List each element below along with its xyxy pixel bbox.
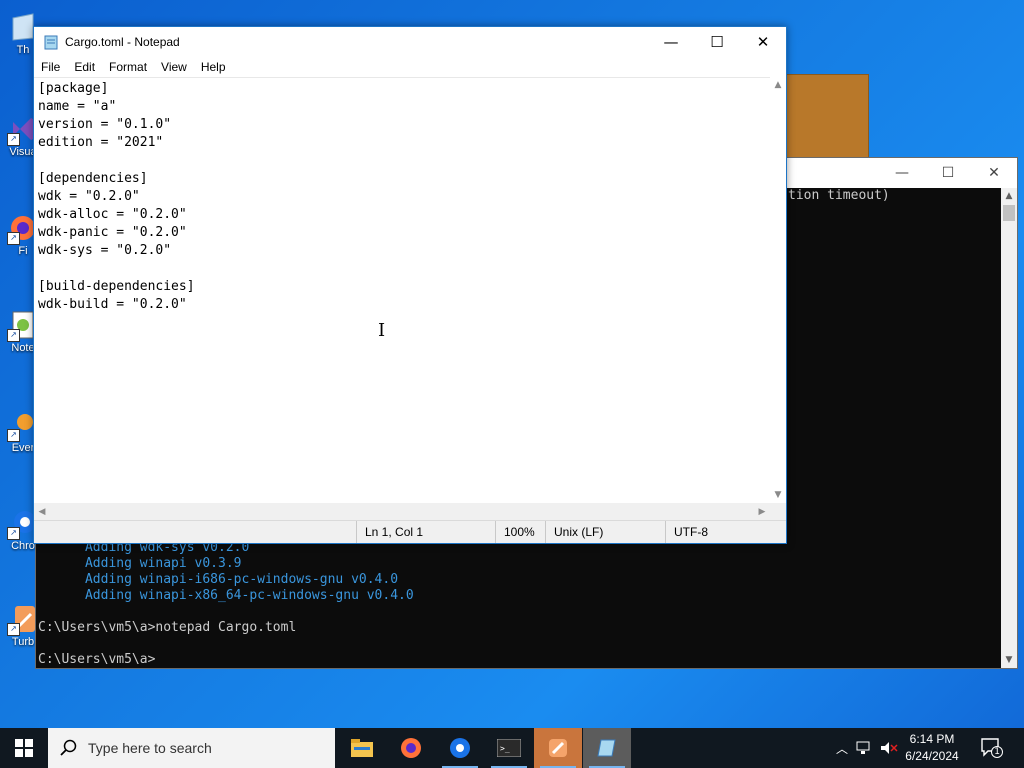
scroll-up-arrow-icon[interactable]: ▲	[770, 77, 786, 93]
terminal-line: Adding winapi-i686-pc-windows-gnu v0.4.0	[38, 572, 399, 587]
taskbar-terminal[interactable]: >_	[485, 728, 533, 768]
menu-view[interactable]: View	[154, 60, 194, 74]
scrollbar-thumb[interactable]	[1003, 205, 1015, 221]
terminal-partial-line: tion timeout)	[788, 188, 890, 203]
menu-edit[interactable]: Edit	[67, 60, 102, 74]
terminal-icon: >_	[497, 739, 521, 757]
status-bar: Ln 1, Col 1 100% Unix (LF) UTF-8	[34, 520, 786, 543]
terminal-prompt: C:\Users\vm5\a>	[38, 652, 156, 667]
svg-text:>_: >_	[500, 744, 510, 753]
shortcut-arrow-icon: ↗	[7, 133, 20, 146]
shortcut-arrow-icon: ↗	[7, 329, 20, 342]
desktop-icon-turbo[interactable]: ↗ Turb	[7, 604, 38, 648]
terminal-line: C:\Users\vm5\a>notepad Cargo.toml	[38, 620, 297, 635]
scroll-down-arrow-icon[interactable]: ▼	[770, 487, 786, 503]
menu-help[interactable]: Help	[194, 60, 233, 74]
terminal-close-button[interactable]: ✕	[971, 158, 1017, 188]
window-title: Cargo.toml - Notepad	[65, 35, 180, 49]
minimize-button[interactable]: —	[648, 27, 694, 57]
terminal-line: Adding winapi-x86_64-pc-windows-gnu v0.4…	[38, 588, 414, 603]
desktop-icon-label: Turb	[11, 636, 35, 648]
maximize-button[interactable]: ☐	[694, 27, 740, 57]
taskbar-firefox[interactable]	[387, 728, 435, 768]
notification-count-badge: 1	[994, 747, 1000, 757]
notification-center-button[interactable]: 1	[974, 728, 1010, 768]
turbo-icon	[549, 739, 567, 757]
status-zoom: 100%	[495, 521, 544, 543]
text-cursor-icon: I	[378, 320, 386, 341]
taskbar-file-explorer[interactable]	[338, 728, 386, 768]
search-icon	[60, 739, 77, 756]
scroll-left-arrow-icon[interactable]: ◀	[34, 503, 50, 521]
notepad-titlebar[interactable]: Cargo.toml - Notepad — ☐ ✕	[34, 27, 786, 57]
shortcut-arrow-icon: ↗	[7, 527, 20, 540]
status-position: Ln 1, Col 1	[356, 521, 495, 543]
menu-format[interactable]: Format	[102, 60, 154, 74]
taskbar-notepad[interactable]	[583, 728, 631, 768]
windows-logo-icon	[15, 739, 33, 757]
search-placeholder: Type here to search	[88, 740, 212, 756]
shortcut-arrow-icon: ↗	[7, 623, 20, 636]
taskbar-clock[interactable]: 6:14 PM 6/24/2024	[896, 731, 968, 765]
shortcut-arrow-icon: ↗	[7, 429, 20, 442]
menu-bar: File Edit Format View Help	[34, 57, 786, 77]
scroll-up-arrow-icon[interactable]: ▲	[1001, 188, 1017, 204]
notepad-window[interactable]: Cargo.toml - Notepad — ☐ ✕ File Edit For…	[33, 26, 787, 544]
vertical-scrollbar[interactable]: ▲ ▼	[770, 77, 786, 503]
menu-file[interactable]: File	[34, 60, 67, 74]
terminal-maximize-button[interactable]: ☐	[925, 158, 971, 188]
taskbar: Type here to search >_ ︿ 6:14 PM 6/24/20…	[0, 728, 1024, 768]
text-editor[interactable]: [package] name = "a" version = "0.1.0" e…	[34, 77, 770, 503]
notepad-icon	[597, 739, 616, 757]
terminal-line: Adding winapi v0.3.9	[38, 556, 242, 571]
scrollbar-corner	[770, 503, 786, 521]
system-tray: ︿	[836, 728, 898, 768]
shortcut-arrow-icon: ↗	[7, 232, 20, 245]
scroll-right-arrow-icon[interactable]: ▶	[754, 503, 770, 521]
horizontal-scrollbar[interactable]: ◀ ▶	[34, 503, 770, 521]
scroll-down-arrow-icon[interactable]: ▼	[1001, 652, 1017, 668]
taskbar-chrome[interactable]	[436, 728, 484, 768]
terminal-scrollbar[interactable]: ▲ ▼	[1001, 188, 1017, 668]
network-icon[interactable]	[856, 741, 874, 755]
status-encoding: UTF-8	[665, 521, 774, 543]
clock-date: 6/24/2024	[905, 749, 959, 763]
taskbar-turbo[interactable]	[534, 728, 582, 768]
editor-content[interactable]: [package] name = "a" version = "0.1.0" e…	[38, 80, 195, 314]
file-explorer-icon	[351, 739, 373, 757]
terminal-minimize-button[interactable]: —	[879, 158, 925, 188]
notepad-icon	[44, 35, 58, 50]
turbo-icon: ↗	[7, 604, 37, 636]
background-window[interactable]	[786, 74, 869, 162]
close-button[interactable]: ✕	[740, 27, 786, 57]
taskbar-search-box[interactable]: Type here to search	[48, 728, 335, 768]
start-button[interactable]	[0, 728, 48, 768]
chrome-icon	[450, 738, 470, 758]
chevron-up-icon[interactable]: ︿	[836, 740, 848, 757]
clock-time: 6:14 PM	[909, 732, 955, 746]
firefox-icon	[401, 738, 421, 758]
status-line-ending: Unix (LF)	[545, 521, 664, 543]
